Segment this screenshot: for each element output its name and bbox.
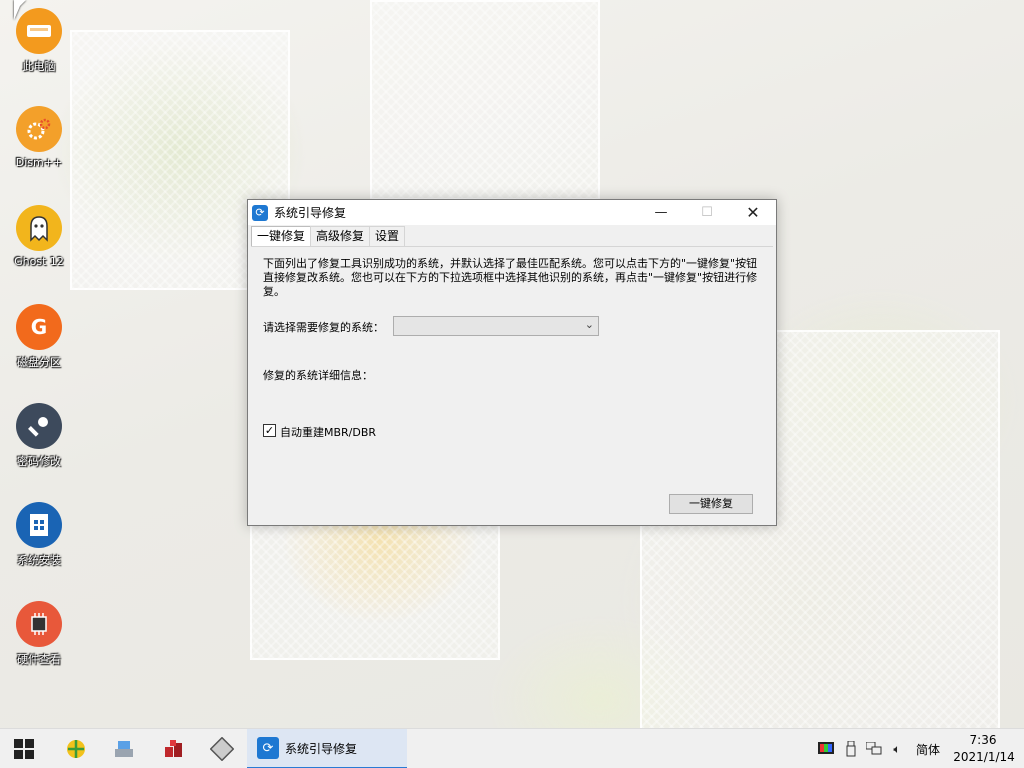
refresh-app-icon: ⟳ [252, 204, 268, 221]
maximize-button[interactable]: ☐ [684, 200, 730, 225]
taskbar-app-label: 系统引导修复 [285, 741, 358, 756]
system-select-dropdown[interactable]: ⌄ [393, 316, 599, 336]
gears-icon [16, 106, 62, 152]
desktop-icon-dism[interactable]: Dism++ [8, 106, 70, 169]
drive-tool-icon[interactable] [210, 737, 234, 761]
desktop-icon-ghost[interactable]: Ghost 12 [8, 205, 70, 268]
install-icon [16, 502, 62, 548]
taskbar-app-boot-repair[interactable]: ⟳ 系统引导修复 [247, 729, 407, 768]
desktop-icon-label: Ghost 12 [14, 255, 64, 268]
tab-one-click-repair[interactable]: 一键修复 [251, 226, 312, 247]
desktop-icon-label: 磁盘分区 [17, 356, 61, 369]
chip-icon [16, 601, 62, 647]
system-detail-label: 修复的系统详细信息： [263, 369, 373, 382]
ghost-icon [16, 205, 62, 251]
disk-tool-icon[interactable] [112, 737, 136, 761]
rebuild-mbr-checkbox[interactable]: ✓ [263, 424, 276, 437]
desktop-icon-partition[interactable]: G 磁盘分区 [8, 304, 70, 370]
minimize-button[interactable]: — [638, 200, 684, 225]
one-click-repair-button[interactable]: 一键修复 [669, 494, 753, 514]
desktop-icon-password[interactable]: 密码修改 [8, 403, 70, 469]
desktop-icon-label: 此电脑 [22, 60, 56, 73]
tab-panel: 下面列出了修复工具识别成功的系统，并默认选择了最佳匹配系统。您可以点击下方的"一… [251, 246, 773, 523]
desktop-icon-label: Dism++ [15, 156, 63, 169]
boot-repair-window: ⟳ 系统引导修复 — ☐ ✕ 一键修复 高级修复 设置 下面列出了修复工具识别成… [247, 199, 777, 526]
clock-time[interactable]: 7:36 [960, 733, 1006, 747]
system-select-label: 请选择需要修复的系统： [263, 321, 384, 334]
clock-date[interactable]: 2021/1/14 [950, 750, 1018, 764]
network-icon[interactable] [866, 741, 882, 757]
desktop-icon-label: 密码修改 [17, 455, 61, 468]
refresh-app-icon: ⟳ [257, 737, 279, 759]
desktop-icon-this-pc[interactable]: 此电脑 [8, 8, 70, 74]
partition-icon: G [16, 304, 62, 350]
rebuild-mbr-label[interactable]: 自动重建MBR/DBR [280, 424, 376, 440]
chevron-down-icon: ⌄ [584, 318, 594, 331]
display-color-icon[interactable] [818, 741, 834, 757]
wallpaper-gift-box [370, 0, 600, 200]
tab-bar: 一键修复 高级修复 设置 [251, 226, 406, 247]
taskbar: ⟳ 系统引导修复 🔈︎ 简体 7:36 2021/1/14 [0, 728, 1024, 768]
close-button[interactable]: ✕ [730, 200, 776, 225]
key-icon [16, 403, 62, 449]
desktop-icon-hardware[interactable]: 硬件查看 [8, 601, 70, 667]
tab-advanced-repair[interactable]: 高级修复 [310, 226, 371, 246]
desktop-icon-label: 系统安装 [17, 554, 61, 567]
window-title: 系统引导修复 [274, 206, 347, 220]
computer-icon [16, 8, 62, 54]
volume-icon[interactable]: 🔈︎ [889, 741, 905, 757]
wallpaper-gift-box [250, 520, 500, 660]
ime-indicator[interactable]: 简体 [916, 741, 940, 758]
tab-settings[interactable]: 设置 [369, 226, 406, 246]
blocks-tool-icon[interactable] [162, 737, 186, 761]
desktop-icon-label: 硬件查看 [17, 653, 61, 666]
desktop-icon-system-install[interactable]: 系统安装 [8, 502, 70, 568]
windows-start-icon[interactable] [12, 737, 36, 761]
network-tool-icon[interactable] [64, 737, 88, 761]
window-titlebar[interactable]: ⟳ 系统引导修复 — ☐ ✕ [248, 200, 776, 225]
usb-icon[interactable] [843, 741, 859, 757]
description-text: 下面列出了修复工具识别成功的系统，并默认选择了最佳匹配系统。您可以点击下方的"一… [263, 257, 758, 298]
